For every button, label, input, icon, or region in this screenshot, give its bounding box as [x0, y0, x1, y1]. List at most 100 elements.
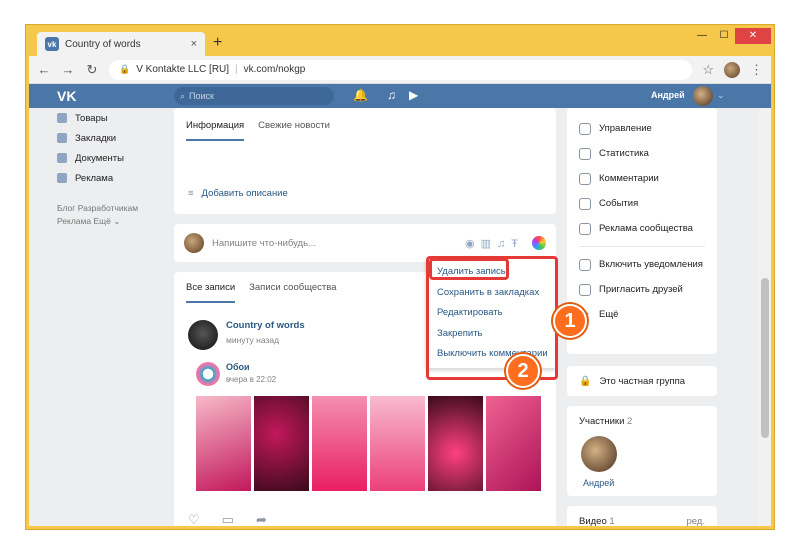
title-bar: vk Country of words × + — ☐ ✕: [29, 28, 771, 56]
photo[interactable]: [428, 396, 483, 491]
description-icon: ≡: [188, 188, 194, 199]
vk-search-input[interactable]: ⌕ Поиск: [174, 87, 334, 105]
footer-line[interactable]: Реклама Ещё ⌄: [57, 215, 177, 228]
stats-item[interactable]: Статистика: [567, 141, 717, 166]
tab-all-posts[interactable]: Все записи: [186, 282, 236, 303]
close-window-button[interactable]: ✕: [735, 28, 771, 44]
nav-label: Товары: [75, 112, 108, 124]
address-path: vk.com/nokgp: [243, 64, 306, 75]
chevron-down-icon[interactable]: ⌄: [717, 90, 725, 101]
music-icon[interactable]: ♫: [387, 88, 396, 102]
back-icon[interactable]: ←: [37, 62, 51, 77]
menu-dots-icon[interactable]: ⋮: [750, 62, 763, 78]
goods-icon: [57, 113, 67, 123]
profile-avatar[interactable]: [724, 61, 740, 78]
photo[interactable]: [312, 396, 367, 491]
tab-community-posts[interactable]: Записи сообщества: [249, 282, 336, 303]
forward-icon[interactable]: →: [61, 62, 75, 77]
photo[interactable]: [370, 396, 425, 491]
member-name[interactable]: Андрей: [583, 478, 614, 488]
video-card: Видео 1 ред.: [567, 506, 717, 526]
post-author[interactable]: Country of words: [226, 320, 305, 331]
vk-favicon-icon: vk: [45, 37, 59, 51]
nav-item-ads[interactable]: Реклама: [57, 168, 177, 188]
manage-item[interactable]: Управление: [567, 116, 717, 141]
video-count: 1: [609, 516, 615, 526]
lock-icon: 🔒: [579, 375, 592, 387]
left-footer-links[interactable]: Блог Разработчикам Реклама Ещё ⌄: [57, 202, 177, 228]
photo-grid: [196, 396, 541, 491]
repost-header: Обои вчера в 22:02: [196, 362, 276, 386]
tab-title: Country of words: [65, 38, 141, 50]
post-time[interactable]: минуту назад: [226, 335, 305, 345]
community-ads-item[interactable]: Реклама сообщества: [567, 216, 717, 241]
comment-icon[interactable]: ▭: [222, 512, 234, 526]
info-card: Информация Свежие новости ≡ Добавить опи…: [174, 108, 556, 214]
nav-label: Закладки: [75, 132, 117, 144]
repost-avatar[interactable]: [196, 362, 220, 386]
megaphone-icon: [579, 222, 591, 235]
composer-placeholder: Напишите что-нибудь...: [212, 237, 316, 249]
photo[interactable]: [254, 396, 309, 491]
header-avatar[interactable]: [693, 86, 713, 106]
bell-icon[interactable]: 🔔: [353, 88, 368, 102]
invite-friends-item[interactable]: Пригласить друзей: [567, 277, 717, 302]
footer-line[interactable]: Блог Разработчикам: [57, 202, 177, 215]
members-label[interactable]: Участники: [579, 416, 624, 427]
post-author-avatar[interactable]: [188, 320, 218, 350]
address-origin: V Kontakte LLC [RU]: [136, 64, 230, 75]
palette-icon[interactable]: [532, 236, 546, 250]
address-input[interactable]: 🔒 V Kontakte LLC [RU] | vk.com/nokgp: [109, 59, 693, 80]
megaphone-icon: [57, 173, 67, 183]
nav-item-goods[interactable]: Товары: [57, 108, 177, 128]
attachment-icons[interactable]: ◉▥♫Ŧ: [465, 237, 524, 250]
scrollbar[interactable]: [759, 108, 771, 526]
rc-label: Реклама сообщества: [599, 223, 693, 234]
add-description-label: Добавить описание: [201, 188, 288, 199]
gear-icon: [579, 122, 591, 135]
nav-label: Документы: [75, 152, 124, 164]
tab-info[interactable]: Информация: [186, 120, 245, 141]
private-group-card: 🔒 Это частная группа: [567, 366, 717, 396]
photo[interactable]: [486, 396, 541, 491]
rc-label: Включить уведомления: [599, 259, 703, 270]
tab-news[interactable]: Свежие новости: [258, 120, 330, 141]
share-icon[interactable]: ➦: [256, 512, 267, 526]
address-separator: |: [235, 64, 238, 75]
more-item[interactable]: •••Ещё: [567, 302, 717, 327]
events-item[interactable]: События: [567, 191, 717, 216]
nav-item-bookmarks[interactable]: Закладки: [57, 128, 177, 148]
header-user-name[interactable]: Андрей: [651, 90, 685, 100]
reload-icon[interactable]: ↻: [85, 62, 99, 78]
maximize-button[interactable]: ☐: [713, 28, 735, 44]
bookmark-star-icon[interactable]: ☆: [702, 62, 714, 78]
step-badge-1: 1: [553, 304, 587, 338]
video-label[interactable]: Видео: [579, 516, 607, 526]
rc-label: Комментарии: [599, 173, 659, 184]
member-avatar[interactable]: [581, 436, 617, 472]
new-tab-button[interactable]: +: [213, 34, 222, 52]
post-actions: ♡ ▭ ➦: [188, 512, 267, 526]
page-content: Товары Закладки Документы Реклама Блог Р…: [29, 108, 771, 526]
like-icon[interactable]: ♡: [188, 512, 200, 526]
repost-author[interactable]: Обои: [226, 362, 276, 372]
browser-tab[interactable]: vk Country of words ×: [37, 32, 205, 56]
rc-label: Статистика: [599, 148, 649, 159]
minimize-button[interactable]: —: [691, 28, 713, 44]
scrollbar-thumb[interactable]: [761, 278, 769, 438]
bell-icon: [579, 258, 591, 271]
add-description-link[interactable]: ≡ Добавить описание: [188, 188, 288, 199]
vk-logo[interactable]: VK: [57, 88, 76, 104]
video-edit-link[interactable]: ред.: [686, 516, 705, 526]
repost-time: вчера в 22:02: [226, 375, 277, 384]
composer-avatar: [184, 233, 204, 253]
play-icon[interactable]: ▶: [409, 88, 418, 102]
address-bar-row: ← → ↻ 🔒 V Kontakte LLC [RU] | vk.com/nok…: [29, 56, 771, 84]
photo[interactable]: [196, 396, 251, 491]
comments-item[interactable]: Комментарии: [567, 166, 717, 191]
notifications-item[interactable]: Включить уведомления: [567, 252, 717, 277]
tab-close-icon[interactable]: ×: [191, 38, 197, 50]
star-icon: [57, 133, 67, 143]
comment-icon: [579, 172, 591, 185]
nav-item-documents[interactable]: Документы: [57, 148, 177, 168]
